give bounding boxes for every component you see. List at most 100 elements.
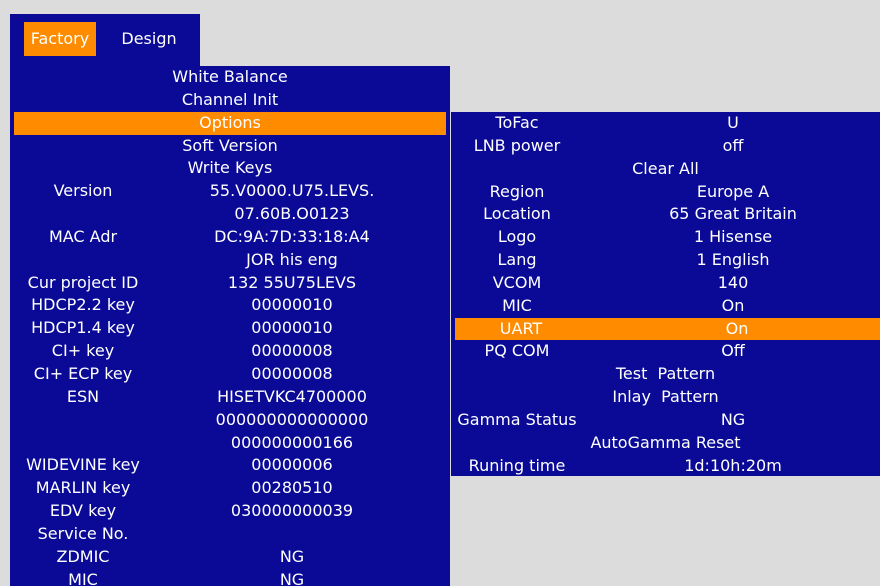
menu-item-label: Options [199, 112, 261, 132]
option-lang[interactable]: Lang 1 English [451, 249, 880, 272]
info-row-edv-key: EDV key 030000000039 [10, 500, 450, 523]
info-row-marlin-key: MARLIN key 00280510 [10, 477, 450, 500]
option-value: NG [720, 409, 746, 429]
info-value: 55.V0000.U75.LEVS. [209, 181, 375, 201]
option-value: 1 English [696, 250, 770, 270]
info-value: 000000000166 [230, 432, 354, 452]
option-tofac[interactable]: ToFac U [451, 112, 880, 135]
option-test-pattern[interactable]: Test Pattern [451, 363, 880, 386]
option-lnb-power[interactable]: LNB power off [451, 135, 880, 158]
option-uart[interactable]: UART On [455, 317, 880, 341]
info-row-zdmic: ZDMIC NG [10, 546, 450, 569]
info-value: NG [279, 546, 305, 566]
option-value: On [725, 318, 749, 338]
info-row-hdcp14: HDCP1.4 key 00000010 [10, 317, 450, 340]
option-clear-all[interactable]: Clear All [451, 158, 880, 181]
info-label: HDCP2.2 key [31, 295, 135, 315]
info-value: 00000010 [251, 295, 333, 315]
menu-item-label: Soft Version [182, 135, 278, 155]
option-autogamma-reset[interactable]: AutoGamma Reset [451, 432, 880, 455]
option-label: VCOM [492, 272, 542, 292]
option-label: LNB power [473, 135, 561, 155]
info-row-widevine-key: WIDEVINE key 00000006 [10, 454, 450, 477]
option-vcom[interactable]: VCOM 140 [451, 272, 880, 295]
info-row-hdcp22: HDCP2.2 key 00000010 [10, 294, 450, 317]
menu-item-channel-init[interactable]: Channel Init [10, 89, 450, 112]
info-label: ESN [66, 386, 100, 406]
option-label: Lang [497, 250, 537, 270]
option-mic[interactable]: MIC On [451, 295, 880, 318]
info-row-mic: MIC NG [10, 569, 450, 586]
info-label: MARLIN key [35, 478, 131, 498]
option-label: MIC [502, 295, 532, 315]
menu-item-label: White Balance [172, 67, 288, 86]
option-action-label: Inlay Pattern [612, 387, 719, 407]
info-label: WIDEVINE key [26, 455, 140, 475]
info-label: CI+ ECP key [33, 363, 133, 383]
info-row-ci-key: CI+ key 00000008 [10, 340, 450, 363]
option-value: 1 Hisense [693, 227, 773, 247]
info-row-project-id: Cur project ID 132 55U75LEVS [10, 272, 450, 295]
info-value: 000000000000000 [215, 409, 369, 429]
option-running-time[interactable]: Runing time 1d:10h:20m [451, 455, 880, 478]
menu-item-label: Channel Init [181, 89, 279, 109]
factory-menu-panel: White Balance Channel Init Options Soft … [10, 66, 450, 586]
menu-item-options[interactable]: Options [14, 111, 446, 135]
tab-design[interactable]: Design [110, 22, 188, 56]
info-row-ci-ecp-key: CI+ ECP key 00000008 [10, 363, 450, 386]
option-region[interactable]: Region Europe A [451, 181, 880, 204]
option-label: Runing time [468, 455, 566, 475]
info-label: MAC Adr [48, 226, 118, 246]
option-action-label: AutoGamma Reset [590, 432, 741, 452]
info-label: HDCP1.4 key [31, 318, 135, 338]
info-row-esn-cont-2: 000000000166 [10, 432, 450, 455]
option-value: U [727, 113, 739, 132]
menu-item-write-keys[interactable]: Write Keys [10, 157, 450, 180]
info-value: 00280510 [251, 478, 333, 498]
info-value: NG [279, 569, 305, 586]
info-row-esn-cont-1: 000000000000000 [10, 409, 450, 432]
option-inlay-pattern[interactable]: Inlay Pattern [451, 386, 880, 409]
info-row-service-no: Service No. [10, 523, 450, 546]
menu-item-soft-version[interactable]: Soft Version [10, 135, 450, 158]
info-value: DC:9A:7D:33:18:A4 [214, 226, 370, 246]
option-value: 1d:10h:20m [684, 455, 782, 475]
option-label: Logo [497, 227, 537, 247]
option-location[interactable]: Location 65 Great Britain [451, 203, 880, 226]
option-value: Europe A [696, 181, 770, 201]
info-row-version: Version 55.V0000.U75.LEVS. [10, 180, 450, 203]
info-value: 132 55U75LEVS [227, 272, 357, 292]
tab-factory[interactable]: Factory [24, 22, 96, 56]
info-row-region-code: JOR his eng [10, 249, 450, 272]
factory-menu-screen: Factory Design White Balance Channel Ini… [0, 0, 880, 586]
option-value: off [722, 135, 744, 155]
tab-bar: Factory Design [10, 14, 200, 66]
info-label: CI+ key [51, 341, 115, 361]
info-value: 030000000039 [230, 501, 354, 521]
info-label: Version [53, 181, 113, 201]
info-label: Cur project ID [27, 272, 139, 292]
info-value: 00000008 [251, 341, 333, 361]
menu-item-white-balance[interactable]: White Balance [10, 66, 450, 89]
info-value: 00000010 [251, 318, 333, 338]
option-gamma-status[interactable]: Gamma Status NG [451, 409, 880, 432]
option-action-label: Clear All [632, 158, 699, 178]
info-label: ZDMIC [56, 546, 110, 566]
option-label: Gamma Status [457, 409, 577, 429]
info-label: EDV key [49, 501, 117, 521]
option-label: ToFac [495, 113, 539, 132]
info-value: 07.60B.O0123 [234, 204, 350, 224]
option-value: 65 Great Britain [669, 204, 797, 224]
option-label: Region [489, 181, 545, 201]
info-row-esn: ESN HISETVKC4700000 [10, 386, 450, 409]
option-value: 140 [717, 272, 749, 292]
options-submenu-panel: ToFac U LNB power off Clear All Region E… [451, 112, 880, 476]
info-label: MIC [68, 569, 98, 586]
info-value: HISETVKC4700000 [217, 386, 367, 406]
option-pq-com[interactable]: PQ COM Off [451, 340, 880, 363]
option-logo[interactable]: Logo 1 Hisense [451, 226, 880, 249]
menu-item-label: Write Keys [187, 158, 273, 178]
option-value: Off [721, 341, 745, 361]
info-row-mac-adr: MAC Adr DC:9A:7D:33:18:A4 [10, 226, 450, 249]
info-value: JOR his eng [246, 249, 338, 269]
